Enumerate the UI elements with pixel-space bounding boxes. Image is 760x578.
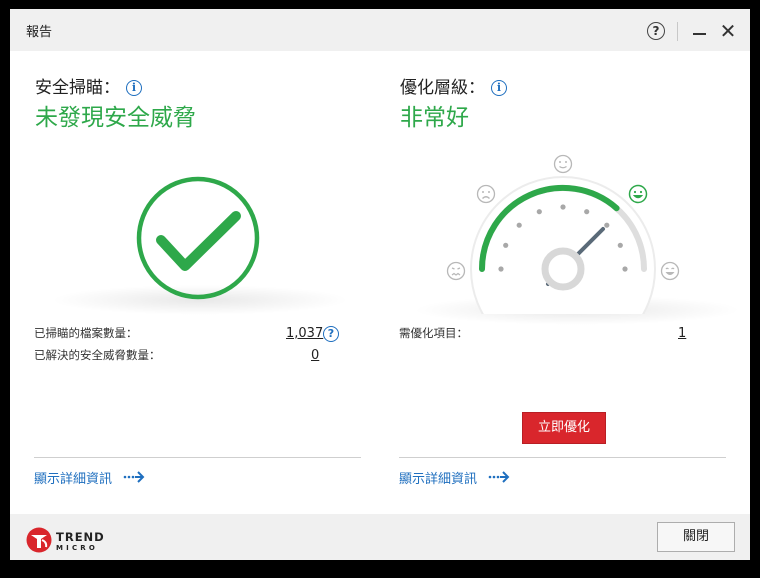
optimization-gauge [470,176,656,314]
security-scan-heading: 安全掃瞄： i [35,73,142,98]
optimization-show-details-link[interactable]: 顯示詳細資訊 [399,468,477,487]
gauge-tick-dot [536,209,542,215]
gauge-tick-dot [560,204,566,210]
brand-subname: MICRO [56,544,99,552]
optimization-status: 非常好 [400,105,469,131]
window-title: 報告 [26,25,53,40]
files-scanned-value[interactable]: 1,037 [286,326,323,341]
close-icon[interactable]: ✕ [718,20,738,42]
arrow-right-icon[interactable] [488,470,510,484]
check-mark-icon [136,176,260,300]
gauge-tick-dot [617,242,623,248]
items-to-optimize-value[interactable]: 1 [678,326,686,341]
optimization-divider [399,457,726,458]
title-bar: 報告 ? ✕ [10,9,750,51]
security-status: 未發現安全威脅 [35,105,196,131]
optimize-now-button[interactable]: 立即優化 [522,412,606,444]
files-scanned-help-icon[interactable]: ? [323,326,339,342]
security-scan-label: 安全掃瞄： [35,78,120,98]
title-separator [677,22,678,41]
optimization-info-icon[interactable]: i [491,80,507,96]
threats-resolved-label: 已解決的安全威脅數量： [34,348,161,362]
security-show-details-link[interactable]: 顯示詳細資訊 [34,468,112,487]
trend-micro-logo-icon [26,527,52,553]
gauge-tick-dot [584,209,590,215]
optimization-label: 優化層級： [400,78,485,98]
very-bad-face-icon [446,261,466,281]
minimize-icon[interactable] [693,33,706,35]
gauge-tick-dot [498,266,504,272]
help-icon[interactable]: ? [647,22,665,40]
security-divider [34,457,361,458]
threats-resolved-value[interactable]: 0 [311,348,319,363]
items-to-optimize-label: 需優化項目： [399,326,468,340]
security-info-icon[interactable]: i [126,80,142,96]
bad-face-icon [476,184,496,204]
brand-name: TREND [56,530,105,544]
optimization-heading: 優化層級： i [400,73,507,98]
files-scanned-label: 已掃瞄的檔案數量： [34,326,138,340]
neutral-face-icon [553,154,573,174]
footer-bar: TREND MICRO 關閉 [10,514,750,560]
close-button[interactable]: 關閉 [657,522,735,552]
report-window: 報告 ? ✕ 安全掃瞄： i 未發現安全威脅 已掃瞄的檔案數量： 1,037 ? … [10,9,750,560]
gauge-tick-dot [622,266,628,272]
gauge-tick-dot [516,222,522,228]
gauge-tick-dot [604,222,610,228]
excellent-face-icon [660,261,680,281]
arrow-right-icon[interactable] [123,470,145,484]
gauge-tick-dot [503,242,509,248]
good-face-icon [628,184,648,204]
